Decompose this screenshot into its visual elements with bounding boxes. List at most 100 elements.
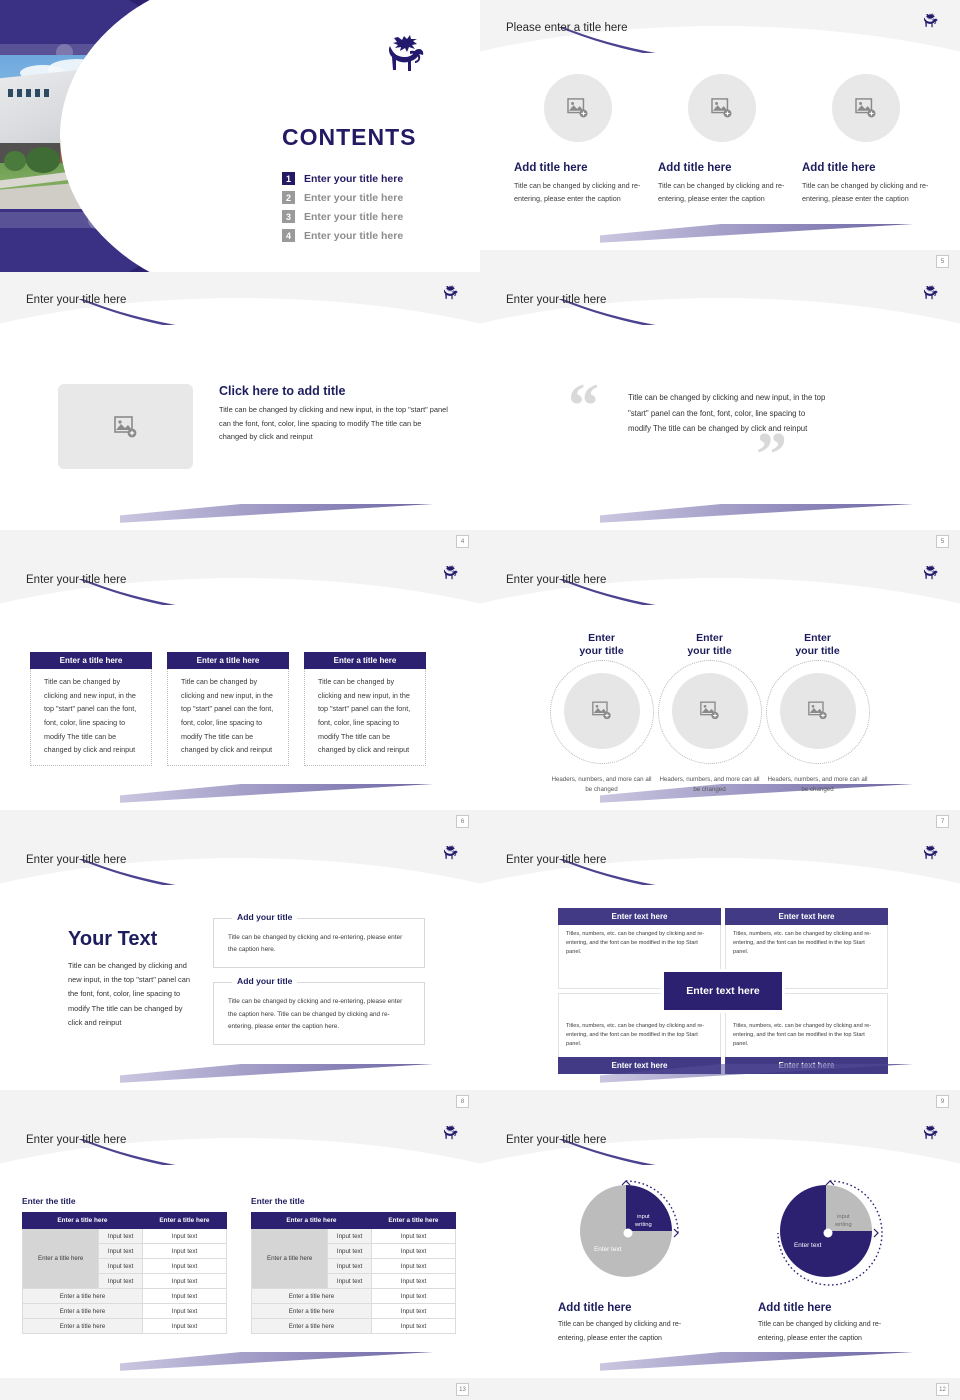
card[interactable]: Add your title Title can be changed by c… [213, 912, 425, 969]
slide-tables[interactable]: Enter your title here Enter the title En… [0, 1112, 480, 1400]
footer-swoosh [600, 1352, 960, 1378]
table-cell: Input text [370, 1303, 457, 1319]
table-row[interactable]: Enter a title here Input text [251, 1303, 457, 1319]
image-placeholder[interactable] [563, 672, 640, 749]
feature-column[interactable]: Add title here Title can be changed by c… [658, 74, 786, 205]
slide-title: Enter your title here [26, 854, 127, 866]
slide-three-panels[interactable]: Enter your title here Enter a title here… [0, 552, 480, 832]
slide-cover[interactable]: CONTENTS 1 Enter your title here 2 Enter… [0, 0, 480, 272]
image-placeholder[interactable] [832, 74, 900, 142]
slide-deck: CONTENTS 1 Enter your title here 2 Enter… [0, 0, 960, 1400]
image-placeholder[interactable] [779, 672, 856, 749]
card-list: Add your title Title can be changed by c… [213, 912, 425, 1059]
panel-body: Title can be changed by clicking and new… [30, 669, 152, 767]
image-placeholder[interactable] [58, 384, 193, 469]
table-row-label: Enter a title here [21, 1228, 100, 1289]
heraldic-lion-icon [441, 564, 458, 587]
slide-image-text[interactable]: Enter your title here Click here to add … [0, 272, 480, 552]
feature-heading: Add title here [802, 162, 876, 174]
table-row[interactable]: Enter a title here Input text [22, 1288, 228, 1304]
table-cell: Input text [327, 1228, 372, 1244]
table-of-contents: 1 Enter your title here 2 Enter your tit… [282, 172, 462, 248]
add-image-icon [855, 98, 876, 118]
table-row[interactable]: Enter a title here Input text [22, 1318, 228, 1334]
slide-footer [0, 530, 480, 552]
feature-body: Title can be changed by clicking and re-… [802, 181, 929, 204]
toc-item-3[interactable]: 3 Enter your title here [282, 210, 462, 223]
slide-your-text[interactable]: Enter your title here Your Text Title ca… [0, 832, 480, 1112]
table-cell: Input text [370, 1243, 457, 1259]
table-block: Enter the title Enter a title here Enter… [21, 1196, 228, 1334]
slide-footer [480, 1090, 960, 1112]
heraldic-lion-icon [441, 284, 458, 307]
page-number: 8 [456, 1095, 469, 1108]
panel[interactable]: Enter a title here Title can be changed … [304, 652, 426, 767]
data-table[interactable]: Enter a title here Enter a title here En… [250, 1212, 457, 1334]
pie-chart-block[interactable]: input writing Enter text Add title here … [758, 1178, 898, 1345]
table-cell: Enter a title here [251, 1318, 372, 1334]
toc-item-2[interactable]: 2 Enter your title here [282, 191, 462, 204]
slide-three-circles[interactable]: Please enter a title here Add title here… [480, 0, 960, 272]
table-row[interactable]: Enter a title here Input text [251, 1318, 457, 1334]
image-placeholder[interactable] [544, 74, 612, 142]
slide-title: Enter your title here [26, 574, 127, 586]
table-cell: Input text [98, 1273, 143, 1289]
footer-swoosh [600, 504, 960, 530]
content-heading[interactable]: Your Text [68, 928, 190, 951]
table-cell: Input text [370, 1258, 457, 1274]
feature-columns: Add title here Title can be changed by c… [514, 74, 934, 205]
content-heading[interactable]: Click here to add title [219, 384, 449, 398]
table-row[interactable]: Enter a title here Input text Input text [250, 1228, 457, 1289]
table-cell: Input text [141, 1303, 228, 1319]
feature-heading: Add title here [514, 162, 588, 174]
slide-footer [0, 1378, 480, 1400]
table-row[interactable]: Enter a title here Input text Input text [21, 1228, 228, 1289]
panel[interactable]: Enter a title here Title can be changed … [167, 652, 289, 767]
circle-feature[interactable]: Enter your title Headers, numbers, and m… [764, 632, 871, 796]
circle-feature-columns: Enter your title Headers, numbers, and m… [548, 632, 871, 796]
heraldic-lion-icon [441, 1124, 458, 1147]
matrix-center-label[interactable]: Enter text here [661, 969, 785, 1013]
feature-column[interactable]: Add title here Title can be changed by c… [802, 74, 930, 205]
tree [26, 147, 60, 173]
slide-circle-features[interactable]: Enter your title here Enter your title H… [480, 552, 960, 832]
table-cell: Input text [370, 1288, 457, 1304]
toc-number: 1 [282, 172, 295, 185]
slide-matrix[interactable]: Enter your title here Enter text here Ti… [480, 832, 960, 1112]
table-header-cell: Enter a title here [22, 1212, 143, 1229]
toc-label: Enter your title here [304, 229, 404, 242]
slide-quote[interactable]: Enter your title here “ Title can be cha… [480, 272, 960, 552]
slide-title: Please enter a title here [506, 22, 628, 34]
card-body: Title can be changed by clicking and re-… [228, 934, 403, 954]
circle-heading: Enter your title [579, 632, 624, 658]
circle-feature[interactable]: Enter your title Headers, numbers, and m… [656, 632, 763, 796]
pie-heading: Add title here [558, 1302, 632, 1314]
card-body: Title can be changed by clicking and re-… [228, 998, 403, 1030]
toc-label: Enter your title here [304, 210, 404, 223]
toc-number: 4 [282, 229, 295, 242]
page-number: 7 [936, 815, 949, 828]
feature-column[interactable]: Add title here Title can be changed by c… [514, 74, 642, 205]
left-text-block: Your Text Title can be changed by clicki… [68, 928, 190, 1030]
panel-body: Title can be changed by clicking and new… [304, 669, 426, 767]
toc-number: 2 [282, 191, 295, 204]
table-row[interactable]: Enter a title here Input text [22, 1303, 228, 1319]
image-placeholder[interactable] [671, 672, 748, 749]
slide-title: Enter your title here [26, 1134, 127, 1146]
card[interactable]: Add your title Title can be changed by c… [213, 976, 425, 1045]
footer-swoosh [600, 1064, 960, 1090]
data-table[interactable]: Enter a title here Enter a title here En… [21, 1212, 228, 1334]
toc-item-4[interactable]: 4 Enter your title here [282, 229, 462, 242]
table-cell: Input text [141, 1258, 228, 1274]
slide-footer [480, 250, 960, 272]
table-row[interactable]: Enter a title here Input text [251, 1288, 457, 1304]
image-placeholder[interactable] [688, 74, 756, 142]
footer-swoosh [120, 1352, 480, 1378]
tree [4, 151, 26, 171]
slide-pie-charts[interactable]: Enter your title here input writing Ente… [480, 1112, 960, 1400]
toc-item-1[interactable]: 1 Enter your title here [282, 172, 462, 185]
panel[interactable]: Enter a title here Title can be changed … [30, 652, 152, 767]
circle-feature[interactable]: Enter your title Headers, numbers, and m… [548, 632, 655, 796]
table-row-label: Enter a title here [250, 1228, 329, 1289]
pie-chart-block[interactable]: input writing Enter text Add title here … [558, 1178, 698, 1345]
